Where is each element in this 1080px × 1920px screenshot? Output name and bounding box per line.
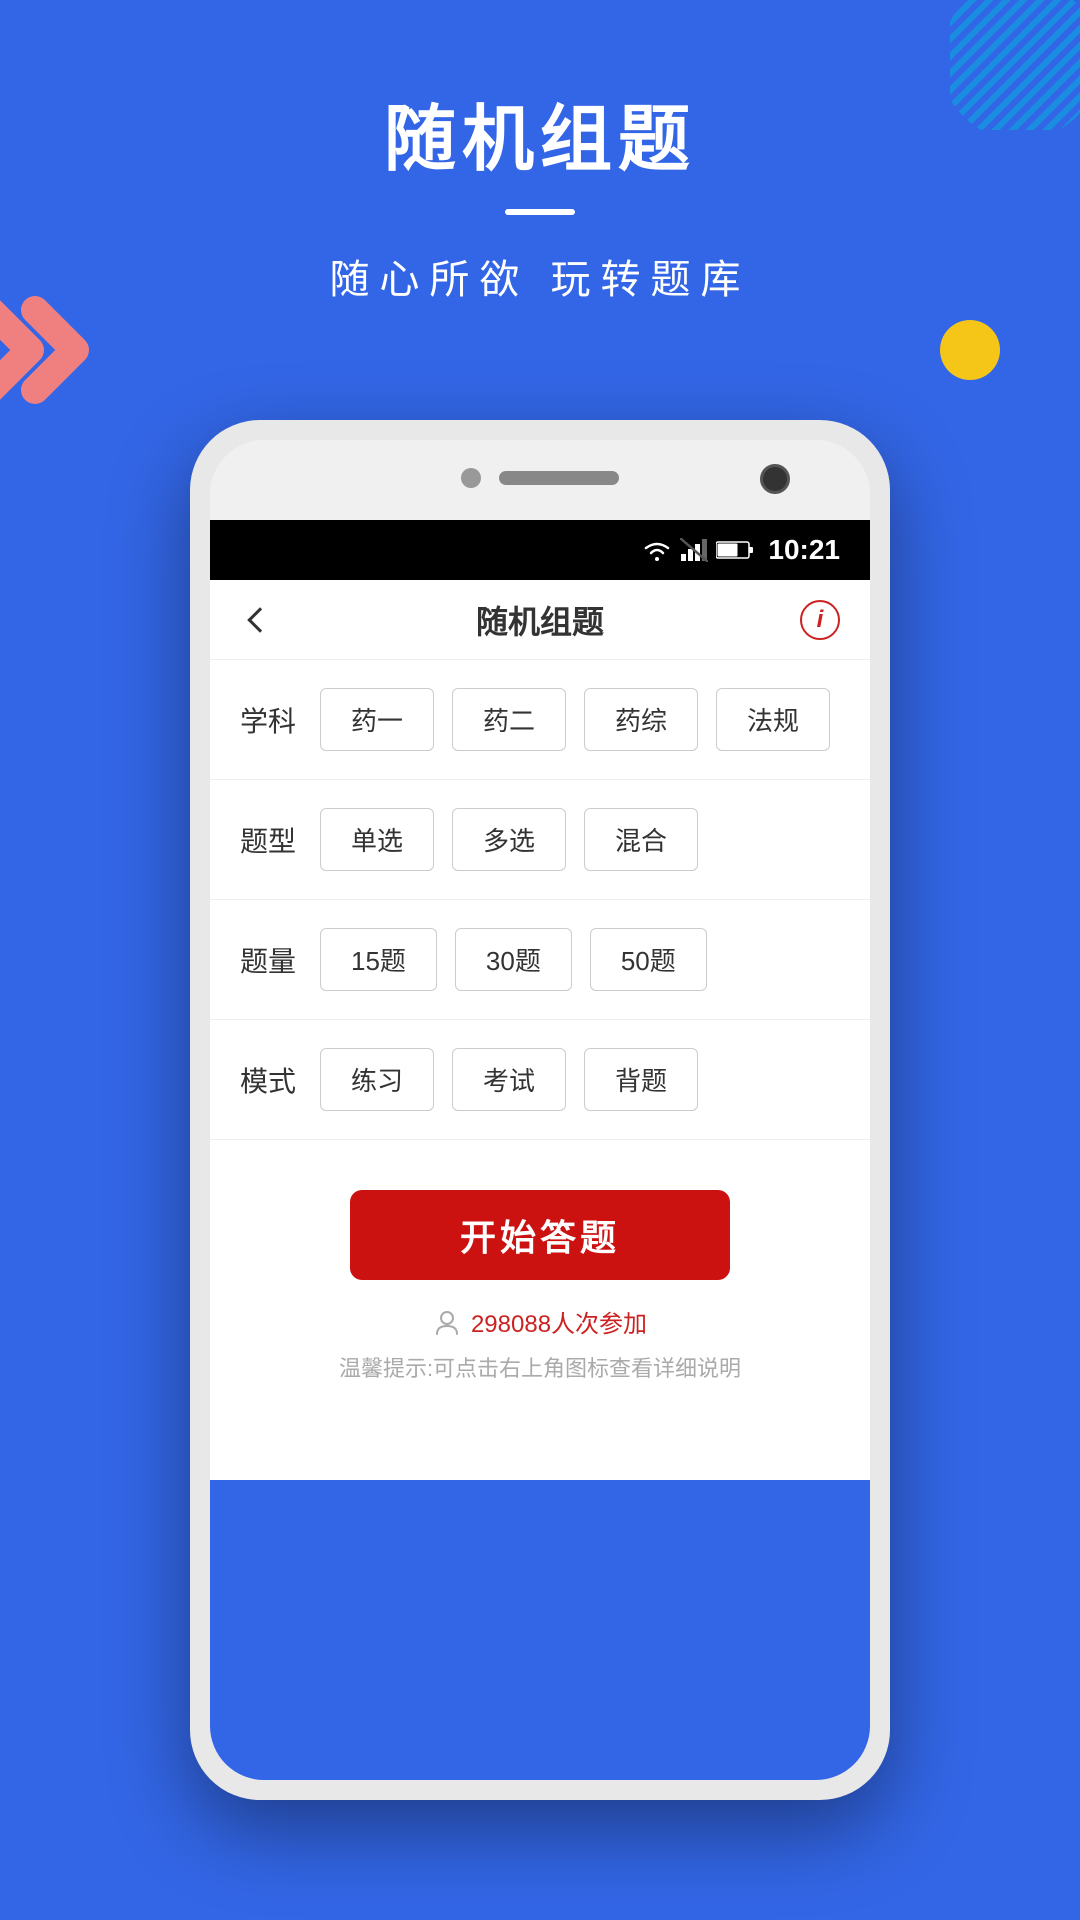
participants-suffix: 人次参加 <box>551 1311 647 1338</box>
phone-camera <box>760 464 790 494</box>
subject-option-2[interactable]: 药综 <box>584 688 698 751</box>
phone-frame: 10:21 随机组题 i 学科 <box>190 420 890 1800</box>
participants-count: 298088人次参加 <box>471 1304 647 1339</box>
type-option-1[interactable]: 多选 <box>452 808 566 871</box>
phone-inner: 10:21 随机组题 i 学科 <box>210 440 870 1780</box>
mode-option-1[interactable]: 考试 <box>452 1048 566 1111</box>
page-main-title: 随机组题 <box>0 80 1080 185</box>
count-options: 15题 30题 50题 <box>320 928 707 991</box>
mode-label: 模式 <box>240 1060 300 1100</box>
subject-option-1[interactable]: 药二 <box>452 688 566 751</box>
type-label: 题型 <box>240 820 300 860</box>
status-icons: 10:21 <box>642 534 840 566</box>
subject-option-0[interactable]: 药一 <box>320 688 434 751</box>
tip-text: 温馨提示:可点击右上角图标查看详细说明 <box>339 1351 741 1383</box>
nav-title: 随机组题 <box>476 597 604 643</box>
phone-mockup: 10:21 随机组题 i 学科 <box>190 420 890 1800</box>
back-button[interactable] <box>240 600 280 640</box>
subject-label: 学科 <box>240 700 300 740</box>
phone-speaker <box>499 471 619 485</box>
battery-icon <box>716 539 754 561</box>
type-options: 单选 多选 混合 <box>320 808 698 871</box>
info-button[interactable]: i <box>800 600 840 640</box>
mode-option-0[interactable]: 练习 <box>320 1048 434 1111</box>
phone-screen: 10:21 随机组题 i 学科 <box>210 520 870 1780</box>
type-filter-section: 题型 单选 多选 混合 <box>210 780 870 900</box>
participants-info: 298088人次参加 <box>433 1304 647 1339</box>
wifi-icon <box>642 538 672 562</box>
count-option-2[interactable]: 50题 <box>590 928 707 991</box>
subject-filter-section: 学科 药一 药二 药综 法规 <box>210 660 870 780</box>
mode-filter-section: 模式 练习 考试 背题 <box>210 1020 870 1140</box>
user-icon <box>433 1308 461 1336</box>
count-option-0[interactable]: 15题 <box>320 928 437 991</box>
count-label: 题量 <box>240 940 300 980</box>
header-divider <box>505 209 575 215</box>
subject-option-3[interactable]: 法规 <box>716 688 830 751</box>
type-option-0[interactable]: 单选 <box>320 808 434 871</box>
nav-bar: 随机组题 i <box>210 580 870 660</box>
subject-options: 药一 药二 药综 法规 <box>320 688 830 751</box>
start-area: 开始答题 298088人次参加 温馨提示:可点击右上角图标查看详细说明 <box>210 1140 870 1413</box>
bottom-blue-area <box>210 1480 870 1780</box>
bg-yellow-circle <box>940 320 1000 380</box>
content-area: 学科 药一 药二 药综 法规 题型 单选 多选 <box>210 660 870 1413</box>
back-chevron-icon <box>247 607 272 632</box>
count-filter-section: 题量 15题 30题 50题 <box>210 900 870 1020</box>
participants-number: 298088 <box>471 1311 551 1338</box>
bg-chevrons-decoration <box>0 290 110 410</box>
header-area: 随机组题 随心所欲 玩转题库 <box>0 80 1080 305</box>
start-button[interactable]: 开始答题 <box>350 1190 730 1280</box>
status-time: 10:21 <box>768 534 840 566</box>
count-option-1[interactable]: 30题 <box>455 928 572 991</box>
mode-option-2[interactable]: 背题 <box>584 1048 698 1111</box>
page-subtitle: 随心所欲 玩转题库 <box>0 247 1080 305</box>
status-bar: 10:21 <box>210 520 870 580</box>
phone-dot <box>461 468 481 488</box>
signal-icon <box>680 538 708 562</box>
mode-options: 练习 考试 背题 <box>320 1048 698 1111</box>
type-option-2[interactable]: 混合 <box>584 808 698 871</box>
phone-top-hardware <box>461 468 619 488</box>
